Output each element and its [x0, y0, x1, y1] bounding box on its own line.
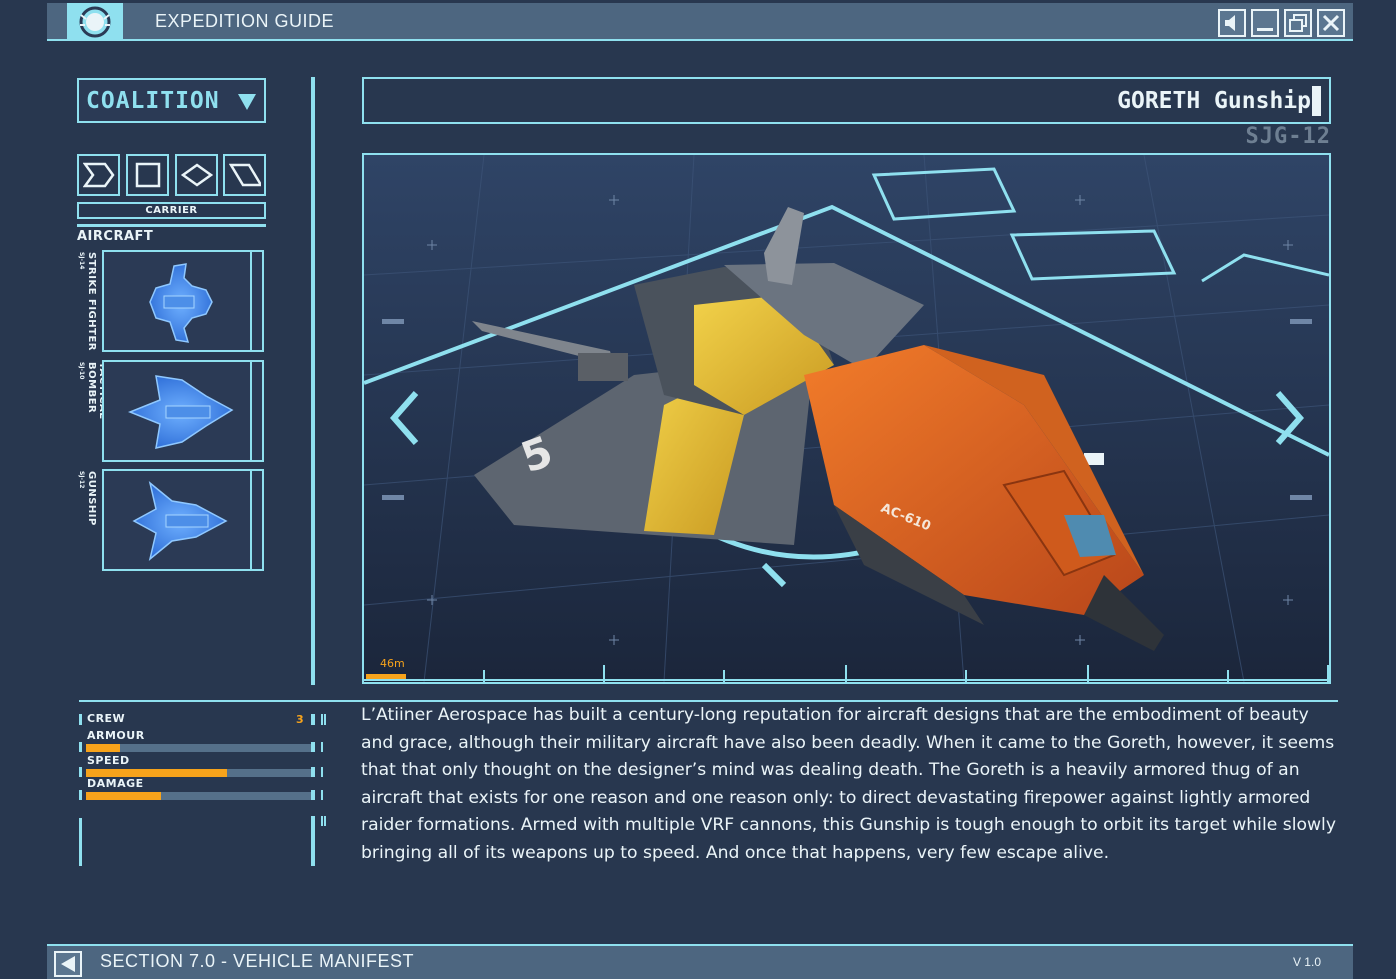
square-class-icon[interactable] [126, 154, 169, 196]
aircraft-item-gunship[interactable]: SJ-12 GUNSHIP [76, 469, 266, 571]
title-bar: EXPEDITION GUIDE [47, 3, 1353, 41]
scale-bar [366, 674, 406, 679]
faction-dropdown[interactable]: COALITION [77, 78, 266, 123]
strike-fighter-icon [126, 256, 236, 348]
vehicle-description: L’Atiiner Aerospace has built a century-… [361, 702, 1336, 868]
aircraft-item-tactical-bomber[interactable]: SJ-10 TACTICAL BOMBER [76, 360, 266, 462]
diamond-class-icon[interactable] [175, 154, 218, 196]
aircraft-code: SJ-12 [78, 471, 85, 488]
back-button[interactable] [54, 951, 82, 977]
crew-value: 3 [296, 713, 304, 726]
vehicle-code: SJG-12 [1246, 124, 1331, 149]
aircraft-heading: AIRCRAFT [77, 229, 153, 244]
chevron-down-icon [238, 94, 256, 110]
app-window: EXPEDITION GUIDE COALITION CARRIER AIRCR… [0, 0, 1396, 979]
scale-label: 46m [380, 657, 405, 670]
aircraft-label: GUNSHIP [86, 471, 97, 526]
minimize-icon[interactable] [1251, 9, 1279, 37]
gunship-icon [126, 475, 236, 567]
aircraft-code: SJ-10 [78, 362, 85, 379]
sound-icon[interactable] [1218, 9, 1246, 37]
vehicle-render: 5 AC-610 [364, 155, 1329, 682]
stat-bar-damage [86, 792, 314, 800]
divider [77, 224, 266, 227]
aircraft-label: STRIKE FIGHTER [86, 252, 97, 351]
window-title: EXPEDITION GUIDE [155, 11, 334, 32]
faction-label: COALITION [86, 88, 220, 114]
selected-class-label: CARRIER [77, 202, 266, 219]
stat-bar-speed [86, 769, 314, 777]
aircraft-thumbnail [102, 360, 264, 462]
chevron-right-icon[interactable] [1272, 391, 1306, 445]
version-label: V 1.0 [1293, 955, 1321, 969]
vehicle-viewport[interactable]: 5 AC-610 46m [362, 153, 1331, 684]
vehicle-name-box: GORETH Gunship [362, 77, 1331, 124]
emblem-icon [67, 3, 123, 41]
aircraft-thumbnail [102, 469, 264, 571]
stat-label: ARMOUR [87, 729, 145, 742]
restore-icon[interactable] [1284, 9, 1312, 37]
section-title: SECTION 7.0 - VEHICLE MANIFEST [100, 951, 414, 972]
chevron-left-icon[interactable] [388, 391, 422, 445]
stat-label: SPEED [87, 754, 130, 767]
vehicle-name: GORETH Gunship [1117, 88, 1311, 114]
aircraft-thumbnail [102, 250, 264, 352]
carrier-class-icon[interactable] [77, 154, 120, 196]
triangle-left-icon [59, 955, 77, 973]
footer-bar: SECTION 7.0 - VEHICLE MANIFEST V 1.0 [47, 944, 1353, 979]
parallelogram-class-icon[interactable] [223, 154, 266, 196]
close-icon[interactable] [1317, 9, 1345, 37]
aircraft-item-strike-fighter[interactable]: SJ-14 STRIKE FIGHTER [76, 250, 266, 352]
aircraft-code: SJ-14 [78, 252, 85, 269]
column-divider [311, 77, 315, 685]
crew-label: CREW [87, 712, 125, 725]
tactical-bomber-icon [126, 366, 236, 458]
stat-bar-armour [86, 744, 314, 752]
text-cursor [1312, 86, 1321, 116]
stat-label: DAMAGE [87, 777, 144, 790]
